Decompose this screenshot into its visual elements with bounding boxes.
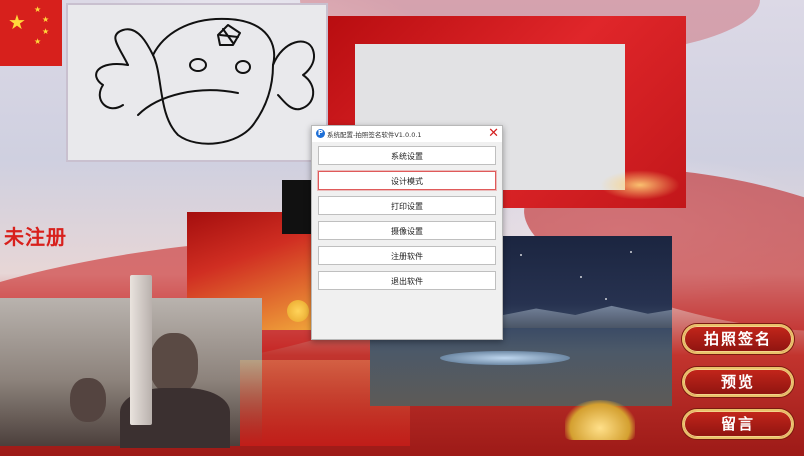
star-icon: ★	[8, 10, 26, 34]
preview-button[interactable]: 预览	[682, 367, 794, 397]
star-dot	[520, 254, 522, 256]
app-logo-icon: P	[316, 129, 325, 138]
star-dot	[605, 298, 607, 300]
close-icon[interactable]: ✕	[488, 126, 499, 142]
sketch-drawing	[95, 17, 316, 145]
hammer-sickle-icon	[287, 300, 309, 322]
star-icon: ★	[42, 15, 50, 24]
print-settings-button[interactable]: 打印设置	[318, 196, 496, 215]
frame-glow	[600, 170, 680, 200]
app-background: ★ ★ ★ ★ ★ 未注册 拍照签名 预览 留言 P 系统配置-拍照签名软件V1…	[0, 0, 804, 456]
star-dot	[630, 251, 632, 253]
design-mode-button[interactable]: 设计模式	[318, 171, 496, 190]
registration-status: 未注册	[4, 225, 67, 249]
register-software-button[interactable]: 注册软件	[318, 246, 496, 265]
system-settings-button[interactable]: 系统设置	[318, 146, 496, 165]
water-reflection	[440, 351, 570, 365]
camera-settings-button[interactable]: 摄像设置	[318, 221, 496, 240]
dialog-titlebar[interactable]: P 系统配置-拍照签名软件V1.0.0.1 ✕	[312, 126, 502, 142]
message-button[interactable]: 留言	[682, 409, 794, 439]
star-icon: ★	[42, 27, 50, 36]
flag-corner: ★ ★ ★ ★ ★	[0, 0, 62, 66]
person-silhouette	[150, 333, 198, 393]
monument-graphic	[130, 275, 152, 425]
star-icon: ★	[34, 37, 42, 46]
star-icon: ★	[34, 5, 42, 14]
signature-sketch-card[interactable]	[68, 5, 326, 160]
hammer-sickle-icon	[565, 400, 635, 440]
photo-sign-button[interactable]: 拍照签名	[682, 324, 794, 354]
star-dot	[580, 276, 582, 278]
poster-title-graphic	[207, 234, 287, 256]
dialog-title: 系统配置-拍照签名软件V1.0.0.1	[327, 131, 422, 139]
dark-thumbnail	[282, 180, 314, 234]
person-silhouette	[70, 378, 106, 422]
exit-software-button[interactable]: 退出软件	[318, 271, 496, 290]
system-config-dialog: P 系统配置-拍照签名软件V1.0.0.1 ✕ 系统设置 设计模式 打印设置 摄…	[311, 125, 503, 340]
